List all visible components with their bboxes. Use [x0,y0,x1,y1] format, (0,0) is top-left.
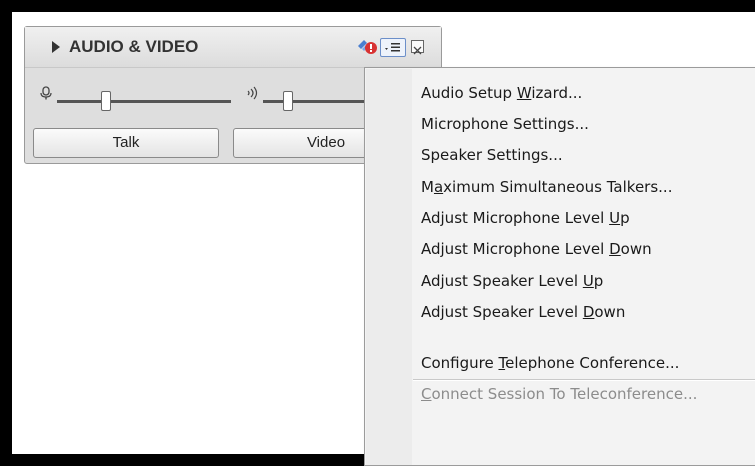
menu-item-microphone-settings[interactable]: Microphone Settings... [421,115,589,133]
menu-item-label: Adjust Microphone Level [421,240,610,258]
menu-item-label: ximum Simultaneous Talkers... [443,178,673,196]
menu-item-adjust-microphone-level-up[interactable]: Adjust Microphone Level Up [421,209,630,227]
menu-item-label: Adjust Speaker Level [421,272,583,290]
menu-item-label: Microphone Settings... [421,115,589,133]
close-icon [413,46,422,55]
menu-separator [413,379,755,381]
menu-item-label: p [620,209,630,227]
microphone-icon [40,86,52,100]
menu-item-label: p [593,272,604,290]
menu-item-label: izard... [531,84,583,102]
menu-item-accelerator: D [609,240,621,258]
options-menu-icon [385,43,400,52]
menu-item-label: Adjust Microphone Level [421,209,610,227]
menu-item-accelerator: W [516,84,532,102]
menu-item-accelerator: U [582,272,594,290]
network-warning-icon[interactable] [356,37,378,57]
menu-item-adjust-speaker-level-up[interactable]: Adjust Speaker Level Up [421,272,603,290]
options-menu-button[interactable] [380,38,406,57]
close-button[interactable] [411,40,424,55]
menu-icon-gutter [366,69,412,465]
options-context-menu: Audio Setup Wizard... Microphone Settings… [364,67,755,466]
speaker-icon [247,86,258,100]
menu-item-adjust-speaker-level-down[interactable]: Adjust Speaker Level Down [421,303,625,321]
microphone-slider-thumb[interactable] [100,91,111,111]
menu-item-label: Speaker Settings... [421,146,563,164]
menu-item-accelerator: a [433,178,444,196]
menu-item-configure-telephone-conference[interactable]: Configure Telephone Conference... [421,354,679,372]
menu-item-label: elephone Conference... [505,354,680,372]
menu-item-label: own [594,303,626,321]
menu-item-label: onnect Session To Teleconference... [431,385,698,403]
menu-item-accelerator: C [421,385,432,403]
collapse-arrow-icon[interactable] [52,41,60,53]
menu-item-accelerator: U [609,209,621,227]
menu-item-maximum-simultaneous-talkers[interactable]: Maximum Simultaneous Talkers... [421,178,672,196]
menu-item-accelerator: D [582,303,595,321]
menu-item-audio-setup-wizard[interactable]: Audio Setup Wizard... [421,84,582,102]
menu-item-label: Audio Setup [421,84,517,102]
menu-item-adjust-microphone-level-down[interactable]: Adjust Microphone Level Down [421,240,652,258]
menu-item-connect-session-to-teleconference[interactable]: Connect Session To Teleconference... [421,385,697,403]
workspace-area: AUDIO & VIDEO Talk Video Audio Setup Wiz… [12,12,755,466]
microphone-volume-slider[interactable] [57,100,231,103]
menu-item-speaker-settings[interactable]: Speaker Settings... [421,146,563,164]
panel-header[interactable]: AUDIO & VIDEO [25,27,441,68]
menu-item-label: M [421,178,434,196]
menu-item-label: own [620,240,652,258]
menu-item-label: Configure [421,354,499,372]
panel-title: AUDIO & VIDEO [69,37,199,56]
speaker-slider-thumb[interactable] [283,91,294,111]
talk-button[interactable]: Talk [33,128,219,158]
menu-item-label: Adjust Speaker Level [421,303,583,321]
